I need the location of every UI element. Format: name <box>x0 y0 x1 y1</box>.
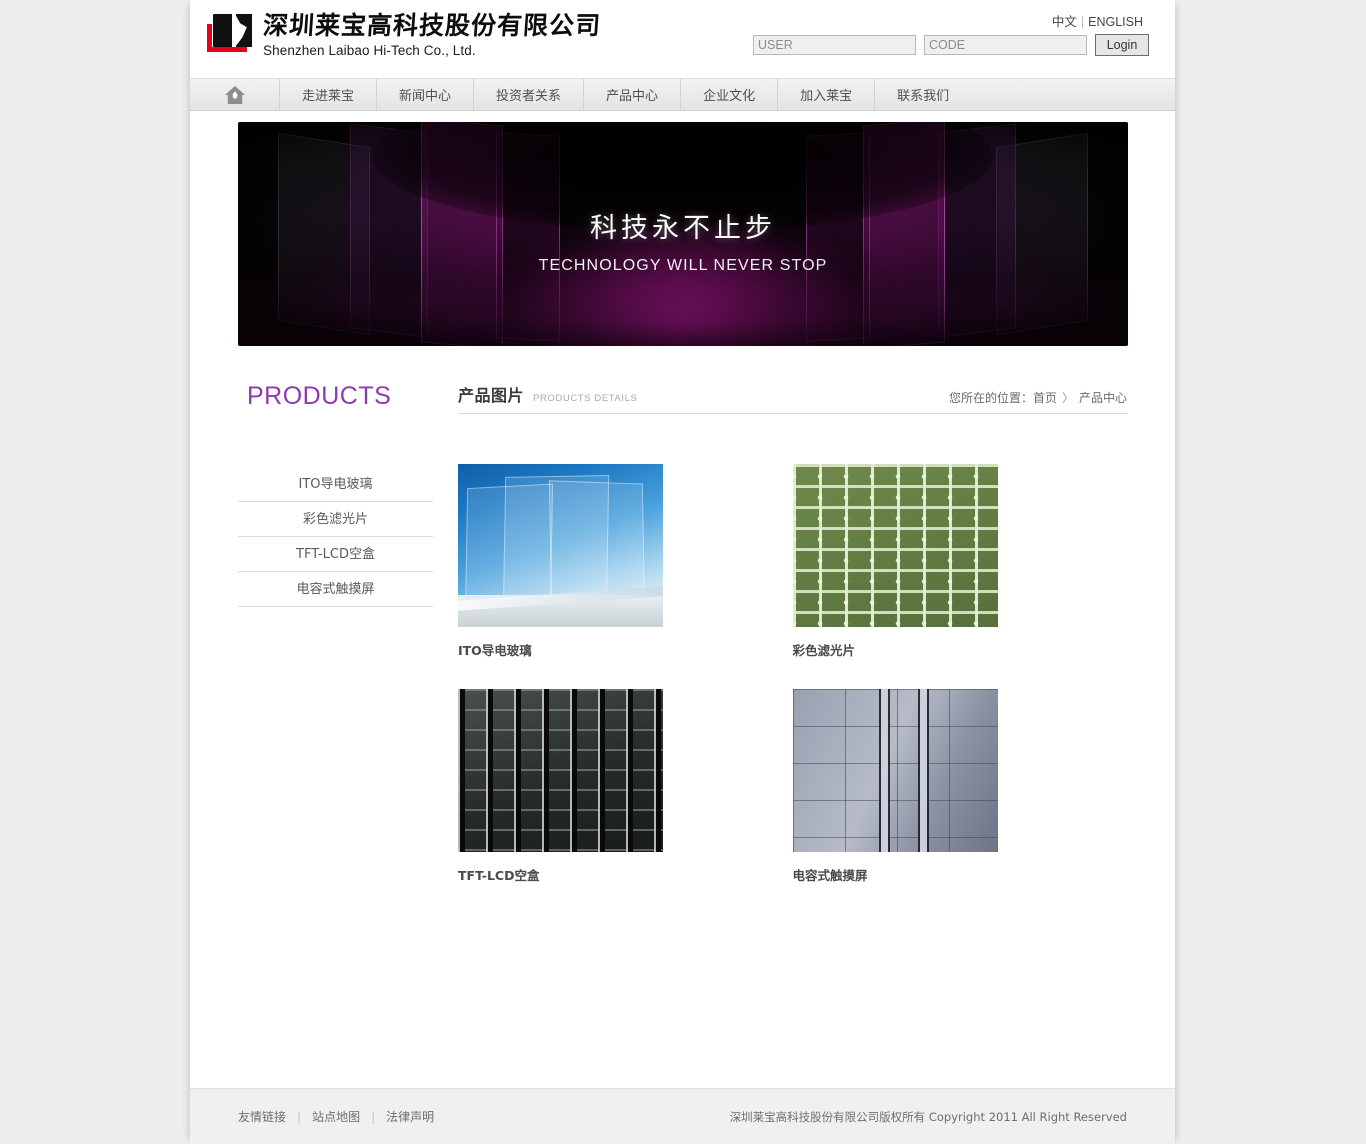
product-label: ITO导电玻璃 <box>458 643 532 658</box>
laibao-ls-logo-icon <box>205 12 257 58</box>
product-thumbnail-ito-glass[interactable] <box>458 464 663 627</box>
product-label: 电容式触摸屏 <box>792 868 868 883</box>
company-name-cn: 深圳莱宝高科技股份有限公司 <box>262 11 603 40</box>
breadcrumb-prefix: 您所在的位置： <box>948 391 1033 405</box>
site-logo[interactable]: 深圳莱宝高科技股份有限公司 Shenzhen Laibao Hi-Tech Co… <box>205 11 603 59</box>
nav-item-products[interactable]: 产品中心 <box>584 79 682 110</box>
lang-english-link[interactable]: ENGLISH <box>1088 15 1143 29</box>
hero-banner: 科技永不止步 TECHNOLOGY WILL NEVER STOP <box>238 122 1128 346</box>
nav-item-culture[interactable]: 企业文化 <box>681 79 779 110</box>
footer-link-friendly-links[interactable]: 友情链接 <box>238 1108 286 1125</box>
sidebar: PRODUCTS ITO导电玻璃 彩色滤光片 TFT-LCD空盒 电容式触摸屏 <box>238 382 433 914</box>
banner-copy: 科技永不止步 TECHNOLOGY WILL NEVER STOP <box>238 206 1128 275</box>
user-input[interactable] <box>753 35 916 55</box>
site-footer: 友情链接 | 站点地图 | 法律声明 深圳莱宝高科技股份有限公司版权所有 Cop… <box>190 1088 1175 1144</box>
sidebar-title: PRODUCTS <box>247 382 392 410</box>
banner-wrapper: 科技永不止步 TECHNOLOGY WILL NEVER STOP <box>190 111 1175 346</box>
product-thumbnail-color-filter[interactable] <box>792 464 998 627</box>
lang-chinese-link[interactable]: 中文 <box>1052 15 1077 29</box>
nav-item-contact[interactable]: 联系我们 <box>875 79 971 110</box>
product-label: TFT-LCD空盒 <box>458 868 540 883</box>
section-header: 产品图片 PRODUCTS DETAILS 您所在的位置：首页〉产品中心 <box>458 382 1127 414</box>
lang-separator: | <box>1080 15 1085 29</box>
sidebar-item-tft-lcd-cell[interactable]: TFT-LCD空盒 <box>238 537 433 572</box>
footer-divider: | <box>297 1109 302 1124</box>
breadcrumb-current: 产品中心 <box>1078 391 1127 405</box>
footer-link-sitemap[interactable]: 站点地图 <box>312 1108 360 1125</box>
login-bar: Login <box>753 34 1149 56</box>
home-icon <box>224 85 246 105</box>
logo-text: 深圳莱宝高科技股份有限公司 Shenzhen Laibao Hi-Tech Co… <box>262 11 603 59</box>
product-thumbnail-tft-lcd-cell[interactable] <box>458 689 663 852</box>
page-title: 产品图片 PRODUCTS DETAILS <box>458 382 637 406</box>
banner-headline-cn: 科技永不止步 <box>590 213 776 244</box>
company-name-en: Shenzhen Laibao Hi-Tech Co., Ltd. <box>263 43 476 59</box>
language-switcher: 中文 | ENGLISH <box>1052 11 1143 30</box>
breadcrumb-home-link[interactable]: 首页 <box>1033 391 1057 405</box>
product-label: 彩色滤光片 <box>792 643 856 658</box>
product-card-ito-glass: ITO导电玻璃 <box>458 464 793 659</box>
code-input[interactable] <box>924 35 1087 55</box>
nav-item-investor[interactable]: 投资者关系 <box>474 79 585 110</box>
footer-link-legal[interactable]: 法律声明 <box>386 1108 434 1125</box>
main-column: 产品图片 PRODUCTS DETAILS 您所在的位置：首页〉产品中心 ITO <box>433 382 1127 914</box>
chevron-right-icon: 〉 <box>1061 391 1074 405</box>
sidebar-item-capacitive-touch[interactable]: 电容式触摸屏 <box>238 572 433 607</box>
breadcrumb: 您所在的位置：首页〉产品中心 <box>949 389 1127 406</box>
footer-divider: | <box>371 1109 376 1124</box>
nav-item-news[interactable]: 新闻中心 <box>377 79 475 110</box>
nav-item-careers[interactable]: 加入莱宝 <box>778 79 876 110</box>
page-container: 深圳莱宝高科技股份有限公司 Shenzhen Laibao Hi-Tech Co… <box>190 0 1175 1144</box>
nav-home-button[interactable] <box>190 79 280 110</box>
product-card-color-filter: 彩色滤光片 <box>792 464 1128 659</box>
footer-copyright: 深圳莱宝高科技股份有限公司版权所有 Copyright 2011 All Rig… <box>729 1109 1127 1124</box>
site-header: 深圳莱宝高科技股份有限公司 Shenzhen Laibao Hi-Tech Co… <box>190 0 1175 78</box>
sidebar-item-color-filter[interactable]: 彩色滤光片 <box>238 502 433 537</box>
login-button[interactable]: Login <box>1095 34 1149 56</box>
product-card-tft-lcd-cell: TFT-LCD空盒 <box>458 689 793 884</box>
main-navigation: 走进莱宝 新闻中心 投资者关系 产品中心 企业文化 加入莱宝 联系我们 <box>190 78 1175 111</box>
nav-item-about[interactable]: 走进莱宝 <box>280 79 378 110</box>
content-area: PRODUCTS ITO导电玻璃 彩色滤光片 TFT-LCD空盒 电容式触摸屏 … <box>190 346 1175 914</box>
page-title-cn: 产品图片 <box>458 386 525 405</box>
product-grid: ITO导电玻璃 彩色滤光片 TFT-LCD空盒 电容式触摸屏 <box>458 414 1127 914</box>
banner-headline-en: TECHNOLOGY WILL NEVER STOP <box>538 257 828 274</box>
footer-links: 友情链接 | 站点地图 | 法律声明 <box>238 1108 434 1125</box>
product-card-capacitive-touch: 电容式触摸屏 <box>792 689 1128 884</box>
page-title-en: PRODUCTS DETAILS <box>533 393 638 404</box>
product-thumbnail-capacitive-touch[interactable] <box>792 689 998 852</box>
sidebar-item-ito-glass[interactable]: ITO导电玻璃 <box>238 467 433 502</box>
